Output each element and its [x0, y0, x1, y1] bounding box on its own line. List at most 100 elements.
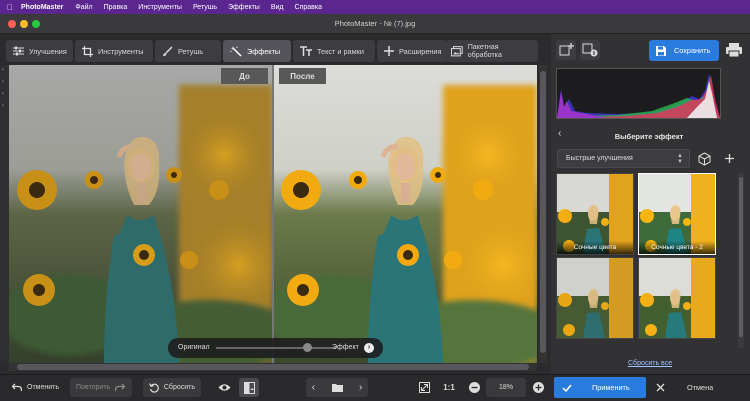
zoom-out-button[interactable] [465, 378, 483, 397]
printer-icon [726, 43, 742, 58]
before-label: До [221, 68, 268, 84]
plus-circle-icon [532, 382, 544, 393]
menu-view[interactable]: Вид [271, 4, 284, 11]
tab-tools[interactable]: Инструменты [75, 40, 153, 62]
slider-effect-label: Эффект [332, 344, 359, 351]
effect-thumbnail[interactable]: Сочные цвета [556, 173, 634, 255]
window-minimize-button[interactable] [20, 20, 28, 28]
tab-enhance[interactable]: Улучшения [6, 40, 73, 62]
tab-effects[interactable]: Эффекты [223, 40, 291, 62]
plus-icon [725, 154, 734, 163]
reset-icon [149, 382, 159, 393]
redo-label: Повторить [76, 384, 111, 391]
effect-thumbnail-selected[interactable]: Сочные цвета - 2 [638, 173, 716, 255]
checkmark-icon [562, 384, 572, 392]
compare-mode-button[interactable] [239, 378, 259, 397]
thumbnail-label [639, 325, 715, 338]
system-menubar:  PhotoMaster Файл Правка Инструменты Ре… [0, 0, 750, 14]
window-title: PhotoMaster - № (7).jpg [334, 19, 416, 28]
histogram [556, 68, 721, 119]
canvas-vertical-scrollbar[interactable] [539, 65, 547, 363]
category-value: Быстрые улучшения [566, 155, 633, 162]
effect-thumbnail[interactable] [556, 257, 634, 339]
menu-edit[interactable]: Правка [104, 4, 128, 11]
fit-to-screen-button[interactable] [414, 378, 434, 397]
apply-button[interactable]: Применить [554, 377, 646, 398]
window-titlebar: PhotoMaster - № (7).jpg [0, 14, 750, 34]
batch-label: Пакетная обработка [467, 43, 502, 59]
add-image-icon [559, 43, 574, 56]
menu-tools[interactable]: Инструменты [138, 4, 182, 11]
redo-arrow-icon [115, 383, 126, 391]
effect-category-select[interactable]: Быстрые улучшения ▲ ▼ [557, 149, 690, 168]
tab-label: Инструменты [98, 46, 144, 56]
effect-gallery-button[interactable] [695, 149, 714, 168]
fit-screen-icon [418, 382, 430, 393]
zoom-level-field[interactable]: 18% [486, 378, 526, 397]
chevron-left-icon[interactable]: ‹ [312, 382, 315, 393]
slider-knob[interactable] [302, 343, 312, 352]
photo-after [273, 65, 537, 363]
menu-file[interactable]: Файл [75, 4, 92, 11]
add-to-batch-button[interactable] [556, 40, 576, 60]
expand-arrow-icon[interactable]: › [2, 67, 9, 77]
save-label: Сохранить [674, 46, 711, 55]
tab-label: Расширения [399, 46, 442, 56]
redo-button[interactable]: Повторить [70, 378, 132, 397]
preview-toggle-button[interactable] [214, 378, 234, 397]
undo-button[interactable]: Отменить [6, 378, 65, 397]
batch-processing-button[interactable]: Пакетная обработка [446, 40, 538, 62]
window-zoom-button[interactable] [32, 20, 40, 28]
menu-app-name[interactable]: PhotoMaster [21, 4, 63, 11]
brush-icon [163, 45, 173, 56]
split-view-icon [243, 381, 255, 394]
effect-strength-slider[interactable]: Оригинал Эффект › [168, 338, 383, 358]
thumbnail-label: Сочные цвета - 2 [639, 241, 715, 254]
menu-retouch[interactable]: Ретушь [193, 4, 217, 11]
histogram-graph [557, 73, 720, 118]
folder-icon[interactable] [331, 383, 343, 392]
menu-help[interactable]: Справка [295, 4, 322, 11]
expand-arrow-icon[interactable]: › [2, 91, 9, 101]
reset-all-link[interactable]: Сбросить все [628, 360, 672, 367]
left-panel-collapsed[interactable]: › › › › [0, 65, 9, 363]
tab-extensions[interactable]: Расширения [377, 40, 447, 62]
photo-canvas[interactable]: До После [9, 65, 537, 363]
effects-scrollbar[interactable] [738, 173, 744, 348]
image-info-button[interactable] [580, 40, 600, 60]
add-effect-button[interactable] [720, 149, 739, 168]
effect-thumbnail[interactable] [638, 257, 716, 339]
actual-size-button[interactable]: 1:1 [438, 378, 460, 397]
sliders-icon [13, 46, 24, 56]
tab-label: Улучшения [29, 46, 67, 56]
effects-panel-title: Выберите эффект [614, 131, 684, 141]
close-icon [656, 383, 665, 392]
canvas-horizontal-scrollbar[interactable] [9, 363, 537, 371]
menu-effects[interactable]: Эффекты [228, 4, 260, 11]
reset-button[interactable]: Сбросить [143, 378, 201, 397]
cancel-button[interactable]: Отмена [650, 377, 746, 398]
thumbnail-label [557, 325, 633, 338]
expand-arrow-icon[interactable]: › [2, 79, 9, 89]
expand-arrow-icon[interactable]: › [2, 103, 9, 113]
save-button[interactable]: Сохранить [649, 40, 719, 61]
window-close-button[interactable] [8, 20, 16, 28]
slider-track[interactable] [216, 347, 336, 349]
slider-original-label: Оригинал [178, 344, 210, 351]
print-button[interactable] [724, 40, 744, 60]
tab-text-frames[interactable]: Текст и рамки [293, 40, 375, 62]
compare-split-handle[interactable] [272, 65, 274, 363]
eye-icon [218, 384, 230, 391]
main-tabs: Улучшения Инструменты Ретушь Эффекты Тек… [6, 40, 447, 62]
tab-retouch[interactable]: Ретушь [155, 40, 221, 62]
undo-arrow-icon [12, 383, 22, 391]
chevron-right-icon[interactable]: › [364, 343, 374, 353]
image-navigation: ‹ › [306, 378, 368, 397]
chevron-right-icon[interactable]: › [359, 382, 362, 393]
undo-label: Отменить [27, 384, 59, 391]
apple-icon[interactable]:  [7, 3, 13, 12]
tab-label: Эффекты [247, 46, 281, 56]
text-icon [300, 46, 312, 56]
photo-before [9, 65, 273, 363]
zoom-in-button[interactable] [529, 378, 547, 397]
